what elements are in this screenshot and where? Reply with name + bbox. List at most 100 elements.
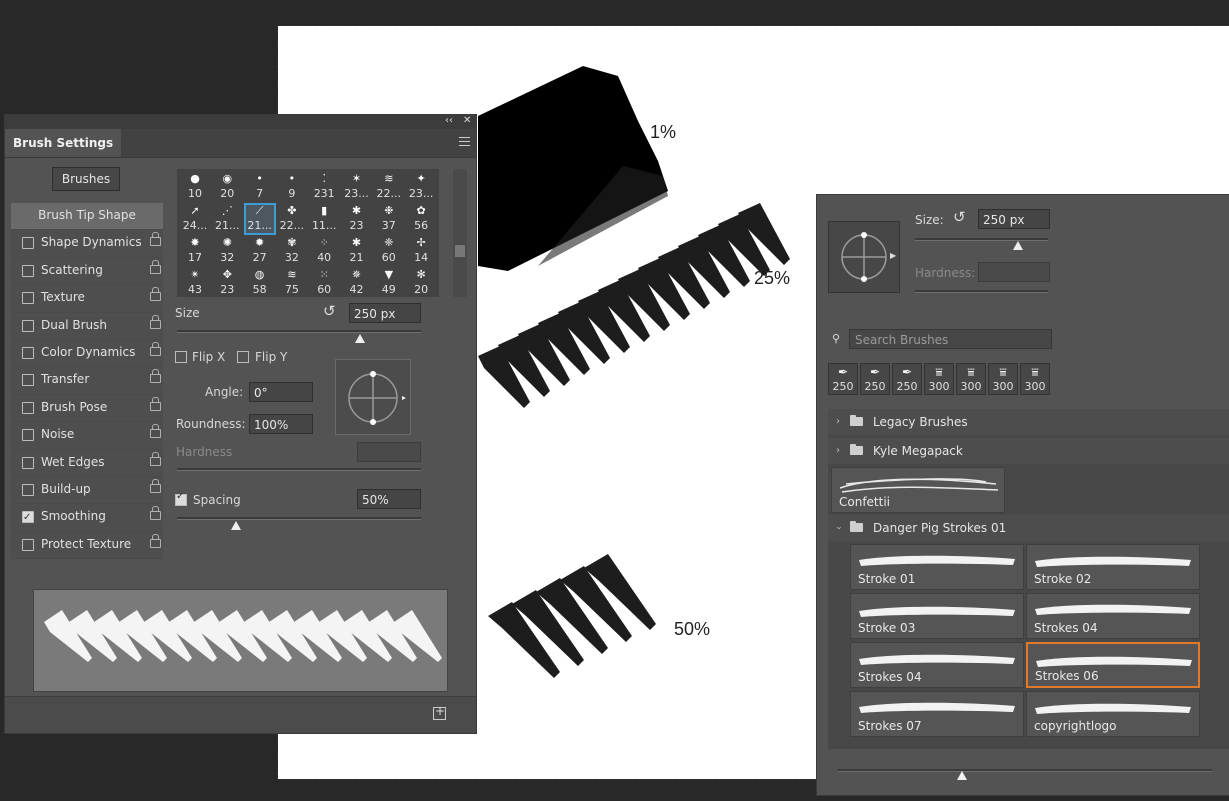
brush-tip[interactable]: ✴ 43 xyxy=(179,267,211,297)
brush-tip[interactable]: ● 10 xyxy=(179,171,211,203)
flip-y-checkbox[interactable] xyxy=(237,351,249,363)
stroke-preset[interactable]: Strokes 07 xyxy=(850,691,1024,737)
brush-tip[interactable]: ▮ 11... xyxy=(308,203,340,235)
recent-brush[interactable]: ⩸ 300 xyxy=(988,363,1018,395)
option-brush-tip-shape[interactable]: Brush Tip Shape xyxy=(11,203,163,231)
option-smoothing[interactable]: Smoothing xyxy=(11,504,163,532)
stroke-preset[interactable]: Stroke 02 xyxy=(1026,544,1200,590)
stroke-preset[interactable]: Stroke 01 xyxy=(850,544,1024,590)
recent-brush[interactable]: ⩸ 300 xyxy=(1020,363,1050,395)
option-checkbox[interactable] xyxy=(22,429,34,442)
brush-tip[interactable]: ✶ 23... xyxy=(341,171,373,203)
lock-icon[interactable] xyxy=(150,232,161,247)
option-checkbox[interactable] xyxy=(22,538,34,551)
brushes-size-slider[interactable] xyxy=(915,238,1048,241)
recent-brush[interactable]: ⩸ 300 xyxy=(924,363,954,395)
brush-tip[interactable]: ⋰ 21... xyxy=(211,203,243,235)
group-legacy-brushes[interactable]: › Legacy Brushes xyxy=(828,409,1229,435)
brush-tip[interactable]: ▼ 49 xyxy=(373,267,405,297)
option-scattering[interactable]: Scattering xyxy=(11,257,163,286)
brush-tip[interactable]: ✥ 23 xyxy=(211,267,243,297)
stroke-preset[interactable]: Stroke 03 xyxy=(850,593,1024,639)
recent-brush[interactable]: ✒ 250 xyxy=(828,363,858,395)
lock-icon[interactable] xyxy=(150,259,161,274)
spacing-field[interactable]: 50% xyxy=(357,489,421,509)
option-brush-pose[interactable]: Brush Pose xyxy=(11,394,163,423)
panel-menu-icon[interactable] xyxy=(459,137,470,149)
option-texture[interactable]: Texture xyxy=(11,285,163,313)
spacing-slider-handle[interactable] xyxy=(230,521,241,530)
stroke-preset[interactable]: copyrightlogo xyxy=(1026,691,1200,737)
option-checkbox[interactable] xyxy=(22,264,34,277)
reset-size-icon[interactable]: ↺ xyxy=(953,208,966,226)
brush-tip[interactable]: ≋ 75 xyxy=(276,267,308,297)
brush-tip[interactable]: ✹ 27 xyxy=(244,235,276,267)
option-wet-edges[interactable]: Wet Edges xyxy=(11,449,163,477)
brush-tip[interactable]: ✾ 32 xyxy=(276,235,308,267)
spacing-checkbox[interactable] xyxy=(175,491,187,506)
brush-tip[interactable]: ❈ 60 xyxy=(373,235,405,267)
group-danger-pig-strokes[interactable]: › Danger Pig Strokes 01 xyxy=(828,515,1229,541)
lock-icon[interactable] xyxy=(150,314,161,329)
option-protect-texture[interactable]: Protect Texture xyxy=(11,531,163,560)
brush-tip[interactable]: ◍ 58 xyxy=(244,267,276,297)
brush-tip[interactable]: ✦ 23... xyxy=(405,171,437,203)
reset-size-icon[interactable]: ↺ xyxy=(323,302,336,320)
brushes-size-field[interactable]: 250 px xyxy=(978,209,1050,229)
brush-tip[interactable]: ⁚ 231 xyxy=(308,171,340,203)
roundness-field[interactable]: 100% xyxy=(249,414,313,434)
brush-tip[interactable]: ❉ 37 xyxy=(373,203,405,235)
lock-icon[interactable] xyxy=(150,506,161,521)
brush-confettii[interactable]: Confettii xyxy=(831,467,1005,513)
close-icon[interactable]: ✕ xyxy=(463,115,471,126)
size-slider[interactable] xyxy=(177,330,421,333)
angle-field[interactable]: 0° xyxy=(249,382,313,402)
brush-tip[interactable]: ⁘ 40 xyxy=(308,235,340,267)
brush-tip[interactable]: ✱ 23 xyxy=(341,203,373,235)
lock-icon[interactable] xyxy=(150,341,161,356)
option-checkbox[interactable] xyxy=(22,505,34,530)
lock-icon[interactable] xyxy=(150,478,161,493)
brush-tip[interactable]: ⁙ 60 xyxy=(308,267,340,297)
brush-tip[interactable]: ⟋ 21... xyxy=(243,203,276,235)
brush-tip[interactable]: • 9 xyxy=(276,171,308,203)
option-transfer[interactable]: Transfer xyxy=(11,367,163,395)
brushes-size-slider-handle[interactable] xyxy=(1013,241,1023,250)
lock-icon[interactable] xyxy=(150,396,161,411)
thumbnail-size-slider-handle[interactable] xyxy=(957,771,967,780)
option-checkbox[interactable] xyxy=(22,374,34,387)
panel-titlebar[interactable]: ‹‹ ✕ xyxy=(5,115,476,129)
recent-brush[interactable]: ✒ 250 xyxy=(892,363,922,395)
brush-tip[interactable]: ✺ 32 xyxy=(211,235,243,267)
option-checkbox[interactable] xyxy=(22,237,34,250)
tab-brush-settings[interactable]: Brush Settings xyxy=(5,129,122,157)
group-kyle-megapack[interactable]: › Kyle Megapack xyxy=(828,438,1229,464)
lock-icon[interactable] xyxy=(150,369,161,384)
brush-tip[interactable]: ✢ 14 xyxy=(405,235,437,267)
flip-x-checkbox[interactable] xyxy=(175,351,187,363)
lock-icon[interactable] xyxy=(150,451,161,466)
create-new-brush-icon[interactable] xyxy=(433,704,446,720)
brush-tip-scrollbar[interactable] xyxy=(453,169,467,297)
option-noise[interactable]: Noise xyxy=(11,422,163,450)
brush-tip[interactable]: ✱ 21 xyxy=(341,235,373,267)
lock-icon[interactable] xyxy=(150,424,161,439)
brush-tip[interactable]: ✸ 17 xyxy=(179,235,211,267)
option-color-dynamics[interactable]: Color Dynamics xyxy=(11,339,163,368)
brush-tip[interactable]: ➚ 24... xyxy=(179,203,211,235)
option-checkbox[interactable] xyxy=(22,292,34,305)
brush-tip[interactable]: ✵ 42 xyxy=(341,267,373,297)
brush-tip[interactable]: ✻ 20 xyxy=(405,267,437,297)
brush-tip[interactable]: ◉ 20 xyxy=(211,171,243,203)
stroke-preset[interactable]: Strokes 04 xyxy=(1026,593,1200,639)
option-build-up[interactable]: Build-up xyxy=(11,476,163,505)
option-checkbox[interactable] xyxy=(22,456,34,469)
option-checkbox[interactable] xyxy=(22,346,34,359)
angle-roundness-widget[interactable] xyxy=(335,359,411,435)
brush-tip[interactable]: • 7 xyxy=(244,171,276,203)
option-shape-dynamics[interactable]: Shape Dynamics xyxy=(11,230,163,258)
brush-tip[interactable]: ≋ 22... xyxy=(373,171,405,203)
option-dual-brush[interactable]: Dual Brush xyxy=(11,312,163,340)
option-checkbox[interactable] xyxy=(22,483,34,496)
stroke-preset[interactable]: Strokes 06 xyxy=(1026,642,1200,688)
